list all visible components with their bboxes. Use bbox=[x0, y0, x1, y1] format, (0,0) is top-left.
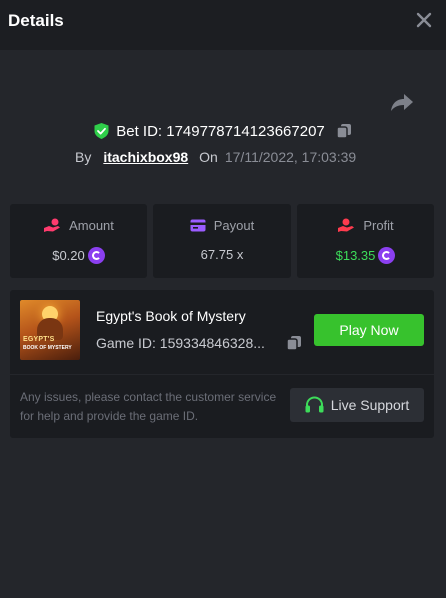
copy-icon[interactable] bbox=[336, 123, 352, 139]
bet-id-text: Bet ID: 1749778714123667207 bbox=[116, 122, 325, 140]
payout-value: 67.75 x bbox=[200, 247, 244, 262]
by-label: By bbox=[75, 149, 92, 165]
amount-label: Amount bbox=[69, 218, 114, 233]
payout-card: Payout 67.75 x bbox=[153, 204, 291, 278]
currency-coin-icon bbox=[87, 247, 105, 264]
amount-card: Amount $0.20 bbox=[10, 204, 147, 278]
headset-icon bbox=[305, 396, 324, 413]
share-icon[interactable] bbox=[390, 91, 414, 113]
hand-profit-icon bbox=[338, 218, 355, 232]
payout-label-row: Payout bbox=[153, 218, 291, 233]
payout-value-row: 67.75 x bbox=[153, 247, 291, 262]
on-label: On bbox=[199, 149, 218, 165]
live-support-label: Live Support bbox=[330, 397, 410, 413]
close-icon[interactable] bbox=[414, 10, 434, 30]
username-link[interactable]: itachixbox98 bbox=[103, 149, 188, 165]
divider bbox=[10, 374, 434, 375]
page-title: Details bbox=[8, 11, 64, 30]
amount-label-row: Amount bbox=[10, 218, 147, 233]
game-card: EGYPT'S BOOK OF MYSTERY Egypt's Book of … bbox=[10, 290, 434, 438]
wallet-card-icon bbox=[190, 219, 206, 232]
payout-label: Payout bbox=[213, 218, 255, 233]
profit-label-row: Profit bbox=[297, 218, 434, 233]
thumbnail-subtitle: BOOK OF MYSTERY bbox=[23, 345, 72, 351]
game-id: Game ID: 159334846328... bbox=[96, 335, 265, 351]
profit-value: $13.35 bbox=[335, 248, 376, 263]
currency-coin-icon bbox=[378, 247, 396, 264]
thumbnail-title: EGYPT'S bbox=[23, 336, 55, 343]
bet-id-row: Bet ID: 1749778714123667207 bbox=[0, 120, 446, 142]
game-name: Egypt's Book of Mystery bbox=[96, 308, 246, 324]
amount-value: $0.20 bbox=[52, 248, 85, 263]
play-now-button[interactable]: Play Now bbox=[314, 314, 424, 346]
bet-meta-row: By itachixbox98 On 17/11/2022, 17:03:39 bbox=[75, 147, 356, 167]
copy-icon[interactable] bbox=[286, 335, 302, 351]
profit-value-row: $13.35 bbox=[297, 247, 434, 264]
live-support-button[interactable]: Live Support bbox=[290, 388, 424, 422]
profit-card: Profit $13.35 bbox=[297, 204, 434, 278]
shield-check-icon bbox=[94, 123, 109, 139]
hand-coin-icon bbox=[44, 218, 61, 232]
profit-label: Profit bbox=[363, 218, 394, 233]
details-header: Details bbox=[0, 0, 446, 50]
game-thumbnail[interactable]: EGYPT'S BOOK OF MYSTERY bbox=[20, 300, 80, 360]
bet-date: 17/11/2022, 17:03:39 bbox=[224, 149, 357, 165]
support-note: Any issues, please contact the customer … bbox=[20, 390, 277, 423]
amount-value-row: $0.20 bbox=[10, 247, 147, 264]
